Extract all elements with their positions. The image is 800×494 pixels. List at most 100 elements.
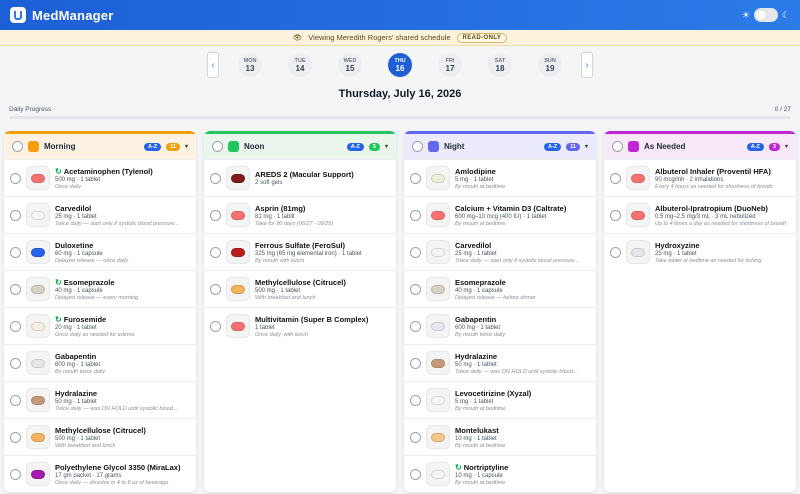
collapse-caret-icon[interactable]: ▾ <box>185 143 188 150</box>
sort-az-button[interactable]: A-Z <box>746 142 764 151</box>
med-row[interactable]: Gabapentin 600 mg · 1 tablet By mouth twic… <box>404 307 596 344</box>
med-name: Methylcellulose (Citrucel) <box>55 425 146 435</box>
med-row[interactable]: Hydroxyzine 25 mg · 1 tablet Take tablet a… <box>604 233 796 270</box>
shared-banner: 👁 Viewing Meredith Rogers' shared schedu… <box>0 30 800 46</box>
med-checkbox[interactable] <box>410 357 421 369</box>
sort-az-button[interactable]: A-Z <box>143 142 162 151</box>
pill-image-icon <box>426 166 450 190</box>
select-all-checkbox[interactable] <box>212 141 223 152</box>
med-name: Esomeprazole <box>455 277 506 287</box>
med-checkbox[interactable] <box>10 246 21 258</box>
med-checkbox[interactable] <box>610 209 621 221</box>
med-checkbox[interactable] <box>10 468 21 480</box>
sort-az-button[interactable]: A-Z <box>543 142 562 151</box>
med-row[interactable]: Amlodipine 5 mg · 1 tablet By mouth at bed… <box>404 159 596 196</box>
collapse-caret-icon[interactable]: ▾ <box>385 143 388 150</box>
med-row[interactable]: Asprin (81mg) 81 mg · 1 tablit Take for 90… <box>204 196 396 233</box>
med-row[interactable]: Gabapentin 600 mg · 1 tablet By mouth twic… <box>4 344 196 381</box>
collapse-caret-icon[interactable]: ▾ <box>785 143 788 150</box>
med-row[interactable]: Methylcellulose (Citrucel) 500 mg · 1 tab… <box>4 418 196 455</box>
med-checkbox[interactable] <box>410 394 421 406</box>
med-checkbox[interactable] <box>410 283 421 295</box>
med-dose: 500 mg · 1 tablet <box>255 287 301 294</box>
day-thu[interactable]: THU 16 <box>375 53 425 77</box>
med-dose: 50 mg · 1 tablet <box>55 398 97 405</box>
pill-image-icon <box>26 240 50 264</box>
day-sun[interactable]: SUN 19 <box>525 53 575 77</box>
med-checkbox[interactable] <box>210 209 221 221</box>
med-row[interactable]: Montelukast 10 mg · 1 tablet By mouth at b… <box>404 418 596 455</box>
med-checkbox[interactable] <box>10 431 21 443</box>
med-row[interactable]: Esomeprazole 40 mg · 1 capsule Delayed rel… <box>404 270 596 307</box>
pill-image-icon <box>26 314 50 338</box>
med-checkbox[interactable] <box>10 283 21 295</box>
theme-switch[interactable]: ☀ ☾ <box>742 8 790 22</box>
med-checkbox[interactable] <box>410 431 421 443</box>
med-row[interactable]: Ferrous Sulfate (FeroSul) 325 mg (65 mg e… <box>204 233 396 270</box>
med-row[interactable]: ↻ Furosemide 20 mg · 1 tablet Once daily as… <box>4 307 196 344</box>
med-name: Hydralazine <box>55 388 98 398</box>
med-row[interactable]: Levocetirizine (Xyzal) 5 mg · 1 tablet By … <box>404 381 596 418</box>
med-checkbox[interactable] <box>10 357 21 369</box>
med-row[interactable]: ↻ Nortriptyline 10 mg · 1 capsule By mouth … <box>404 455 596 492</box>
column-title: As Needed <box>644 142 686 151</box>
med-name: ↻ Esomeprazole <box>55 277 115 287</box>
med-row[interactable]: Hydralazine 50 mg · 1 tablet Twice daily —… <box>404 344 596 381</box>
med-dose: 500 mg · 1 tablet <box>55 435 101 442</box>
next-week-button[interactable]: › <box>581 52 593 78</box>
sort-az-button[interactable]: A-Z <box>346 142 364 151</box>
day-tue[interactable]: TUE 14 <box>275 53 325 77</box>
med-row[interactable]: AREDS 2 (Macular Support) 2 soft gels <box>204 159 396 196</box>
select-all-checkbox[interactable] <box>412 141 423 152</box>
med-row[interactable]: Multivitamin (Super B Complex) 1 tablet On… <box>204 307 396 344</box>
med-checkbox[interactable] <box>410 172 421 184</box>
med-dose: 25 mg · 1 tablet <box>455 250 497 257</box>
select-all-checkbox[interactable] <box>612 141 623 152</box>
med-checkbox[interactable] <box>210 172 221 184</box>
med-checkbox[interactable] <box>410 320 421 332</box>
med-checkbox[interactable] <box>10 320 21 332</box>
med-checkbox[interactable] <box>210 320 221 332</box>
pill-image-icon <box>426 388 450 412</box>
med-row[interactable]: Albuterol Inhaler (Proventil HFA) 90 mcg/… <box>604 159 796 196</box>
moon-icon <box>428 141 439 152</box>
med-dose: 600 mg · 1 tablet <box>55 361 101 368</box>
med-row[interactable]: Duloxetine 60 mg · 1 capsule Delayed relea… <box>4 233 196 270</box>
day-date: 18 <box>495 63 505 73</box>
column-title: Night <box>444 142 465 151</box>
med-checkbox[interactable] <box>10 209 21 221</box>
med-checkbox[interactable] <box>610 246 621 258</box>
prev-week-button[interactable]: ‹ <box>207 52 219 78</box>
pill-image-icon <box>26 351 50 375</box>
med-row[interactable]: Carvedilol 25 mg · 1 tablet Twice daily — … <box>404 233 596 270</box>
med-row[interactable]: ↻ Acetaminophen (Tylenol) 500 mg · 1 table… <box>4 159 196 196</box>
day-mon[interactable]: MON 13 <box>225 53 275 77</box>
med-checkbox[interactable] <box>610 172 621 184</box>
day-wed[interactable]: WED 15 <box>325 53 375 77</box>
med-dose: 60 mg · 1 capsule <box>55 250 103 257</box>
med-checkbox[interactable] <box>210 246 221 258</box>
day-fri[interactable]: FRI 17 <box>425 53 475 77</box>
med-row[interactable]: Carvedilol 25 mg · 1 tablet Twice daily — … <box>4 196 196 233</box>
med-checkbox[interactable] <box>410 209 421 221</box>
day-sat[interactable]: SAT 18 <box>475 53 525 77</box>
med-dose: 17 gm packet · 17 grams <box>55 472 122 479</box>
med-checkbox[interactable] <box>410 246 421 258</box>
med-checkbox[interactable] <box>410 468 421 480</box>
med-row[interactable]: Calcium + Vitamin D3 (Caltrate) 600 mg–10… <box>404 196 596 233</box>
theme-toggle[interactable] <box>753 8 778 22</box>
med-row[interactable]: Hydralazine 50 mg · 1 tablet Twice daily —… <box>4 381 196 418</box>
med-note: By mouth at bedtime <box>455 183 506 190</box>
column-count-badge: 3 <box>768 142 780 151</box>
med-checkbox[interactable] <box>210 283 221 295</box>
select-all-checkbox[interactable] <box>12 141 23 152</box>
med-checkbox[interactable] <box>10 172 21 184</box>
med-checkbox[interactable] <box>10 394 21 406</box>
med-row[interactable]: Polyethylene Glycol 3350 (MiraLax) 17 gm … <box>4 455 196 492</box>
med-name: Hydralazine <box>455 351 498 361</box>
med-row[interactable]: Methylcellulose (Citrucel) 500 mg · 1 tab… <box>204 270 396 307</box>
refill-icon: ↻ <box>55 166 62 176</box>
med-row[interactable]: Albuterol-Ipratropium (DuoNeb) 0.5 mg–2.5… <box>604 196 796 233</box>
collapse-caret-icon[interactable]: ▾ <box>585 143 588 150</box>
med-row[interactable]: ↻ Esomeprazole 40 mg · 1 capsule Delayed re… <box>4 270 196 307</box>
